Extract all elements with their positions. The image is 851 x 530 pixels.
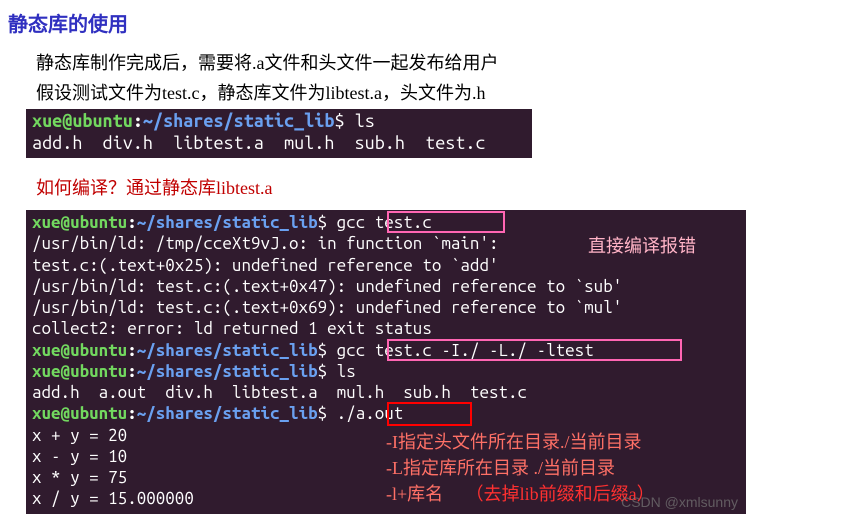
output-1: x + y = 20 <box>32 426 127 445</box>
anno-red-L: -L指定库所在目录 ./当前目录 <box>386 454 615 480</box>
prompt-end: $ <box>334 111 354 131</box>
output-4: x / y = 15.000000 <box>32 489 194 508</box>
anno-pink-compile-error: 直接编译报错 <box>588 232 696 258</box>
output-2: x - y = 10 <box>32 447 127 466</box>
page-title: 静态库的使用 <box>8 8 843 37</box>
prompt-user: xue@ubuntu <box>32 111 133 131</box>
err-line-4: /usr/bin/ld: test.c:(.text+0x69): undefi… <box>32 298 622 317</box>
prompt-sep: : <box>133 111 143 131</box>
prompt-end: $ <box>318 362 337 381</box>
err-line-1: /usr/bin/ld: /tmp/cceXt9vJ.o: in functio… <box>32 234 498 253</box>
anno-red-I: -I指定头文件所在目录./当前目录 <box>386 428 642 454</box>
anno-red-lname: -l+库名 <box>386 484 443 504</box>
prompt-sep: : <box>127 341 137 360</box>
desc-line-2: 假设测试文件为test.c，静态库文件为libtest.a，头文件为.h <box>36 79 843 105</box>
prompt-user: xue@ubuntu <box>32 404 127 423</box>
section-title: 如何编译？通过静态库libtest.a <box>36 174 843 200</box>
prompt-path: ~/shares/static_lib <box>137 404 318 423</box>
watermark: CSDN @xmlsunny <box>621 494 738 510</box>
ls-output-2: add.h a.out div.h libtest.a mul.h sub.h … <box>32 383 527 402</box>
prompt-end: $ <box>318 341 337 360</box>
cmd-ls2: ls <box>337 362 356 381</box>
prompt-path: ~/shares/static_lib <box>137 341 318 360</box>
err-line-5: collect2: error: ld returned 1 exit stat… <box>32 319 432 338</box>
prompt-sep: : <box>127 362 137 381</box>
err-line-2: test.c:(.text+0x25): undefined reference… <box>32 256 498 275</box>
prompt-user: xue@ubuntu <box>32 341 127 360</box>
prompt-path: ~/shares/static_lib <box>143 111 335 131</box>
prompt-sep: : <box>127 213 137 232</box>
anno-red-lname-row: -l+库名 （去掉lib前缀和后缀a） <box>386 480 655 506</box>
prompt-end: $ <box>318 213 337 232</box>
err-line-3: /usr/bin/ld: test.c:(.text+0x47): undefi… <box>32 277 622 296</box>
prompt-path: ~/shares/static_lib <box>137 362 318 381</box>
cmd-gcc1: gcc test.c <box>337 213 432 232</box>
terminal-2-wrap: xue@ubuntu:~/shares/static_lib$ gcc test… <box>26 210 746 514</box>
cmd-ls: ls <box>355 111 375 131</box>
ls-output: add.h div.h libtest.a mul.h sub.h test.c <box>32 133 486 153</box>
cmd-run: ./a.out <box>337 404 404 423</box>
prompt-user: xue@ubuntu <box>32 362 127 381</box>
prompt-end: $ <box>318 404 337 423</box>
desc-line-1: 静态库制作完成后，需要将.a文件和头文件一起发布给用户 <box>36 49 843 75</box>
prompt-sep: : <box>127 404 137 423</box>
output-3: x * y = 75 <box>32 468 127 487</box>
terminal-1: xue@ubuntu:~/shares/static_lib$ ls add.h… <box>26 109 532 158</box>
prompt-user: xue@ubuntu <box>32 213 127 232</box>
prompt-path: ~/shares/static_lib <box>137 213 318 232</box>
cmd-gcc2: gcc test.c -I./ -L./ -ltest <box>337 341 594 360</box>
